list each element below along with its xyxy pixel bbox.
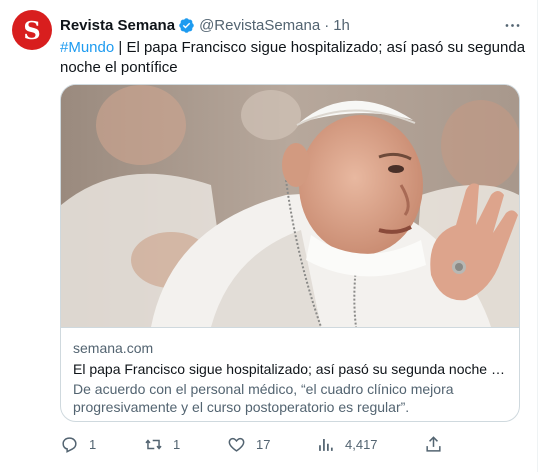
- verified-badge-icon: [178, 17, 195, 34]
- hashtag-link[interactable]: #Mundo: [60, 39, 114, 56]
- like-button[interactable]: 17: [227, 432, 270, 456]
- share-icon: [426, 435, 441, 452]
- like-count: 17: [256, 436, 271, 452]
- avatar-letter: S: [23, 15, 41, 45]
- card-title: El papa Francisco sigue hospitalizado; a…: [73, 361, 509, 377]
- author-handle[interactable]: @RevistaSemana: [199, 17, 320, 34]
- views-button[interactable]: 4,417: [316, 432, 378, 456]
- retweet-icon: [145, 438, 162, 450]
- tweet-body: | El papa Francisco sigue hospitalizado;…: [60, 39, 526, 76]
- card-info[interactable]: semana.com El papa Francisco sigue hospi…: [61, 327, 519, 421]
- retweet-button[interactable]: 1: [144, 432, 180, 456]
- retweet-count: 1: [173, 436, 181, 452]
- separator-dot: ·: [324, 16, 330, 34]
- link-card[interactable]: semana.com El papa Francisco sigue hospi…: [60, 84, 520, 422]
- action-bar: 1 1 17 4,417: [60, 432, 520, 456]
- card-description: De acuerdo con el personal médico, “el c…: [73, 381, 454, 415]
- card-image[interactable]: [61, 85, 519, 327]
- timestamp[interactable]: 1h: [333, 17, 350, 34]
- author-name[interactable]: Revista Semana: [60, 17, 175, 34]
- reply-icon: [62, 436, 77, 453]
- reply-button[interactable]: 1: [60, 432, 96, 456]
- divider: [537, 0, 538, 472]
- more-icon[interactable]: [501, 14, 523, 36]
- share-button[interactable]: [424, 432, 453, 456]
- tweet[interactable]: S Revista Semana @RevistaSemana · 1h #Mu…: [0, 0, 552, 472]
- view-count: 4,417: [345, 436, 378, 452]
- reply-count: 1: [89, 436, 97, 452]
- tweet-header: Revista Semana @RevistaSemana · 1h: [60, 15, 350, 35]
- card-domain: semana.com: [73, 340, 154, 356]
- avatar[interactable]: S: [12, 10, 52, 50]
- like-icon: [228, 437, 245, 452]
- tweet-text: #Mundo | El papa Francisco sigue hospita…: [60, 38, 530, 78]
- views-icon: [319, 438, 333, 451]
